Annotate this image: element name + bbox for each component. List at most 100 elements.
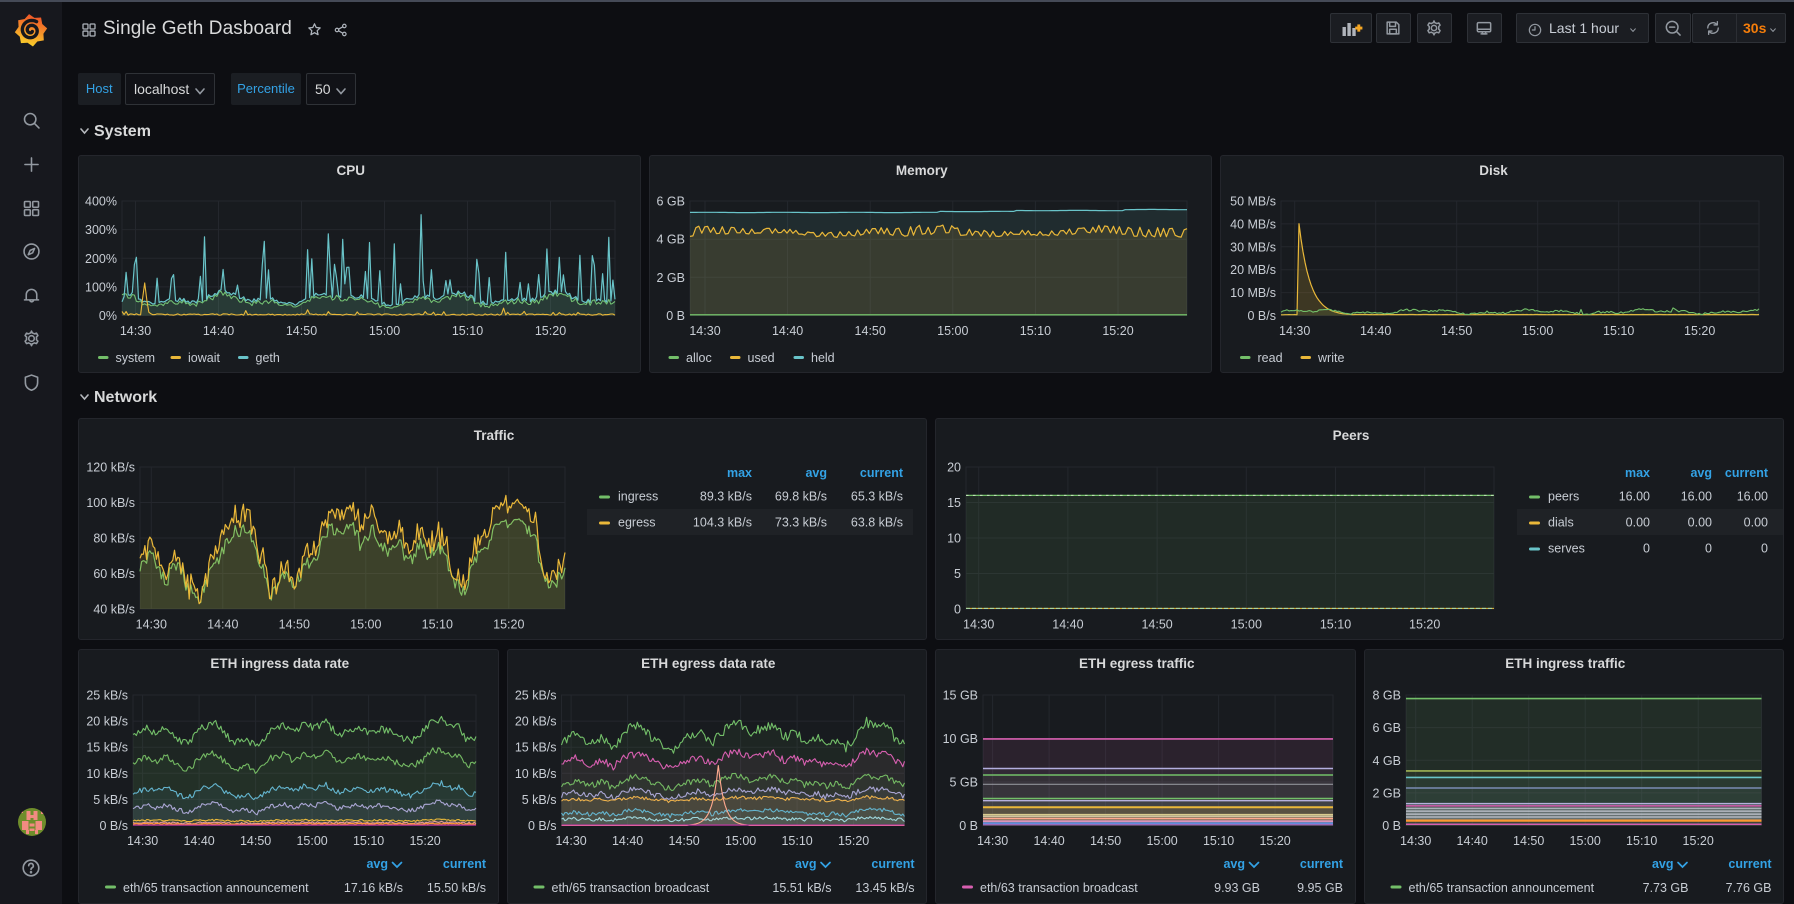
svg-text:15:10: 15:10 bbox=[1320, 618, 1351, 632]
svg-text:4 GB: 4 GB bbox=[657, 233, 686, 247]
svg-text:10 GB: 10 GB bbox=[943, 732, 978, 746]
svg-text:14:30: 14:30 bbox=[555, 834, 586, 848]
svg-text:15:10: 15:10 bbox=[781, 834, 812, 848]
svg-text:current: current bbox=[443, 857, 487, 871]
svg-text:15:00: 15:00 bbox=[1522, 324, 1553, 338]
svg-text:14:30: 14:30 bbox=[689, 324, 720, 338]
svg-text:4 GB: 4 GB bbox=[1373, 754, 1402, 768]
svg-text:25 kB/s: 25 kB/s bbox=[515, 689, 557, 703]
svg-text:16.00: 16.00 bbox=[1737, 490, 1768, 504]
svg-text:15 kB/s: 15 kB/s bbox=[86, 741, 128, 755]
svg-text:20 MB/s: 20 MB/s bbox=[1230, 263, 1276, 277]
svg-text:400%: 400% bbox=[85, 195, 117, 209]
svg-text:15:20: 15:20 bbox=[493, 618, 524, 632]
svg-text:15:20: 15:20 bbox=[838, 834, 869, 848]
svg-text:dials: dials bbox=[1548, 516, 1574, 530]
svg-text:14:30: 14:30 bbox=[1279, 324, 1310, 338]
svg-text:14:50: 14:50 bbox=[1141, 618, 1172, 632]
svg-text:6 GB: 6 GB bbox=[657, 195, 686, 209]
svg-text:ETH egress data rate: ETH egress data rate bbox=[641, 656, 776, 671]
svg-text:2 GB: 2 GB bbox=[1373, 786, 1402, 800]
svg-text:0%: 0% bbox=[99, 309, 117, 323]
svg-text:15.51 kB/s: 15.51 kB/s bbox=[772, 881, 831, 895]
svg-text:69.8 kB/s: 69.8 kB/s bbox=[775, 490, 827, 504]
svg-text:15:20: 15:20 bbox=[535, 324, 566, 338]
svg-text:eth/65 transaction announcemen: eth/65 transaction announcement bbox=[1409, 881, 1595, 895]
svg-text:0: 0 bbox=[1643, 542, 1650, 556]
svg-text:ingress: ingress bbox=[618, 490, 658, 504]
svg-text:15 GB: 15 GB bbox=[943, 689, 978, 703]
svg-text:60 kB/s: 60 kB/s bbox=[93, 567, 135, 581]
svg-text:current: current bbox=[1725, 466, 1769, 480]
svg-text:100%: 100% bbox=[85, 280, 117, 294]
svg-text:max: max bbox=[1625, 466, 1650, 480]
svg-text:ETH ingress data rate: ETH ingress data rate bbox=[210, 656, 349, 671]
svg-text:5 kB/s: 5 kB/s bbox=[93, 793, 128, 807]
svg-text:15:00: 15:00 bbox=[350, 618, 381, 632]
svg-text:7.76 GB: 7.76 GB bbox=[1726, 881, 1772, 895]
svg-text:20 kB/s: 20 kB/s bbox=[515, 715, 557, 729]
svg-text:15:00: 15:00 bbox=[725, 834, 756, 848]
svg-text:14:50: 14:50 bbox=[240, 834, 271, 848]
svg-text:5: 5 bbox=[954, 567, 961, 581]
svg-text:geth: geth bbox=[256, 351, 280, 365]
svg-text:peers: peers bbox=[1548, 490, 1579, 504]
svg-text:15:20: 15:20 bbox=[1259, 834, 1290, 848]
svg-text:15:00: 15:00 bbox=[937, 324, 968, 338]
svg-text:10 MB/s: 10 MB/s bbox=[1230, 286, 1276, 300]
svg-text:14:40: 14:40 bbox=[203, 324, 234, 338]
svg-text:40 kB/s: 40 kB/s bbox=[93, 603, 135, 617]
svg-text:alloc: alloc bbox=[686, 351, 712, 365]
svg-text:avg: avg bbox=[1690, 466, 1712, 480]
svg-text:serves: serves bbox=[1548, 542, 1585, 556]
svg-text:14:30: 14:30 bbox=[136, 618, 167, 632]
svg-text:0: 0 bbox=[954, 603, 961, 617]
svg-text:ETH egress traffic: ETH egress traffic bbox=[1079, 656, 1195, 671]
svg-text:9.93 GB: 9.93 GB bbox=[1214, 881, 1260, 895]
svg-text:14:40: 14:40 bbox=[1457, 834, 1488, 848]
svg-text:14:50: 14:50 bbox=[855, 324, 886, 338]
svg-text:50 MB/s: 50 MB/s bbox=[1230, 195, 1276, 209]
svg-text:0 B: 0 B bbox=[959, 819, 978, 833]
svg-text:15:10: 15:10 bbox=[1626, 834, 1657, 848]
svg-text:15:20: 15:20 bbox=[1683, 834, 1714, 848]
svg-text:avg: avg bbox=[805, 466, 827, 480]
svg-text:14:40: 14:40 bbox=[612, 834, 643, 848]
svg-text:100 kB/s: 100 kB/s bbox=[86, 496, 135, 510]
svg-text:15: 15 bbox=[947, 496, 961, 510]
svg-text:eth/65 transaction broadcast: eth/65 transaction broadcast bbox=[552, 881, 710, 895]
svg-text:0 B/s: 0 B/s bbox=[528, 819, 557, 833]
svg-text:15:10: 15:10 bbox=[1203, 834, 1234, 848]
svg-text:0 B/s: 0 B/s bbox=[1248, 309, 1277, 323]
svg-text:Memory: Memory bbox=[896, 163, 948, 178]
svg-text:5 kB/s: 5 kB/s bbox=[522, 793, 557, 807]
svg-text:0.00: 0.00 bbox=[1688, 516, 1712, 530]
svg-text:current: current bbox=[871, 857, 915, 871]
svg-text:avg: avg bbox=[1223, 857, 1245, 871]
svg-text:15:10: 15:10 bbox=[1020, 324, 1051, 338]
svg-text:iowait: iowait bbox=[188, 351, 220, 365]
svg-text:14:30: 14:30 bbox=[120, 324, 151, 338]
svg-text:14:40: 14:40 bbox=[183, 834, 214, 848]
svg-text:15:20: 15:20 bbox=[409, 834, 440, 848]
svg-text:15:00: 15:00 bbox=[1146, 834, 1177, 848]
svg-text:0: 0 bbox=[1761, 542, 1768, 556]
svg-text:15:20: 15:20 bbox=[1409, 618, 1440, 632]
svg-text:write: write bbox=[1317, 351, 1344, 365]
svg-text:14:30: 14:30 bbox=[127, 834, 158, 848]
svg-text:0.00: 0.00 bbox=[1626, 516, 1650, 530]
svg-text:0 B/s: 0 B/s bbox=[100, 819, 129, 833]
svg-text:14:30: 14:30 bbox=[1400, 834, 1431, 848]
svg-text:5 GB: 5 GB bbox=[950, 776, 979, 790]
svg-text:Disk: Disk bbox=[1479, 163, 1508, 178]
svg-text:avg: avg bbox=[366, 857, 388, 871]
svg-text:15:20: 15:20 bbox=[1684, 324, 1715, 338]
svg-text:14:50: 14:50 bbox=[279, 618, 310, 632]
svg-text:system: system bbox=[116, 351, 156, 365]
svg-text:14:50: 14:50 bbox=[286, 324, 317, 338]
svg-text:30 MB/s: 30 MB/s bbox=[1230, 240, 1276, 254]
svg-text:0: 0 bbox=[1705, 542, 1712, 556]
svg-text:Peers: Peers bbox=[1333, 428, 1370, 443]
svg-text:13.45 kB/s: 13.45 kB/s bbox=[855, 881, 914, 895]
svg-text:0 B: 0 B bbox=[666, 309, 685, 323]
